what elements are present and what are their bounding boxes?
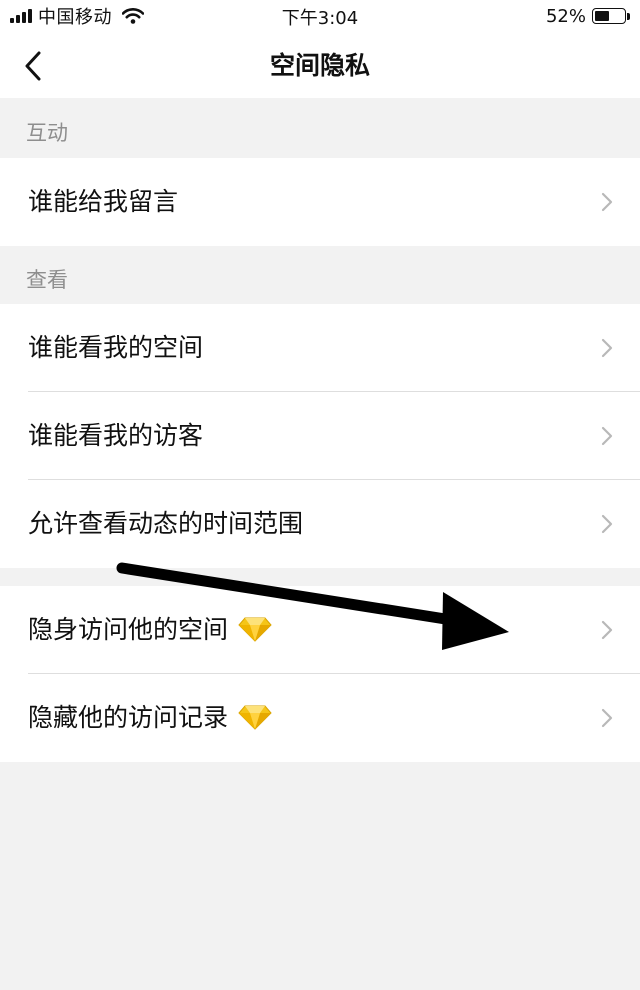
section-header-view: 查看 [0,246,640,304]
chevron-right-icon [601,192,613,212]
list-item-text: 隐藏他的访问记录 [28,703,229,732]
list-item-text: 隐身访问他的空间 [28,615,229,644]
list-item-feed-time-range[interactable]: 允许查看动态的时间范围 [0,480,640,568]
status-bar-right: 52% [546,4,630,28]
list-item-who-can-leave-message[interactable]: 谁能给我留言 [0,158,640,246]
section-spacer [0,568,640,586]
section-header-interaction: 互动 [0,98,640,158]
chevron-left-icon [25,51,41,81]
diamond-icon [238,705,272,730]
page-title: 空间隐私 [269,51,370,80]
section-header-label: 查看 [26,268,68,292]
list-item-label: 隐身访问他的空间 [28,586,272,674]
list-item-who-can-see-visitors[interactable]: 谁能看我的访客 [0,392,640,480]
list-item-label: 谁能看我的访客 [28,421,204,450]
list-item-who-can-see-space[interactable]: 谁能看我的空间 [0,304,640,392]
group-view: 谁能看我的空间 谁能看我的访客 允许查看动态的时间范围 [0,304,640,568]
chevron-right-icon [601,338,613,358]
chevron-right-icon [601,514,613,534]
list-item-hide-visit-record[interactable]: 隐藏他的访问记录 [0,674,640,762]
group-interaction: 谁能给我留言 [0,158,640,246]
status-bar: 中国移动 下午3:04 52% [0,0,640,34]
group-premium: 隐身访问他的空间 隐藏他的访问记录 [0,586,640,762]
nav-bar: 空间隐私 [0,34,640,98]
list-item-label: 谁能看我的空间 [28,333,204,362]
chevron-right-icon [601,426,613,446]
chevron-right-icon [601,708,613,728]
list-item-label: 允许查看动态的时间范围 [28,509,304,538]
status-time: 下午3:04 [281,8,359,29]
diamond-icon [238,617,272,642]
battery-nub [627,12,630,20]
battery-icon [592,8,626,24]
list-item-invisible-visit[interactable]: 隐身访问他的空间 [0,586,640,674]
list-item-label: 隐藏他的访问记录 [28,674,272,762]
back-button[interactable] [16,46,56,86]
list-item-label: 谁能给我留言 [28,187,179,216]
battery-percent: 52% [545,5,586,27]
battery-fill [595,11,609,21]
section-header-label: 互动 [26,121,68,145]
chevron-right-icon [601,620,613,640]
